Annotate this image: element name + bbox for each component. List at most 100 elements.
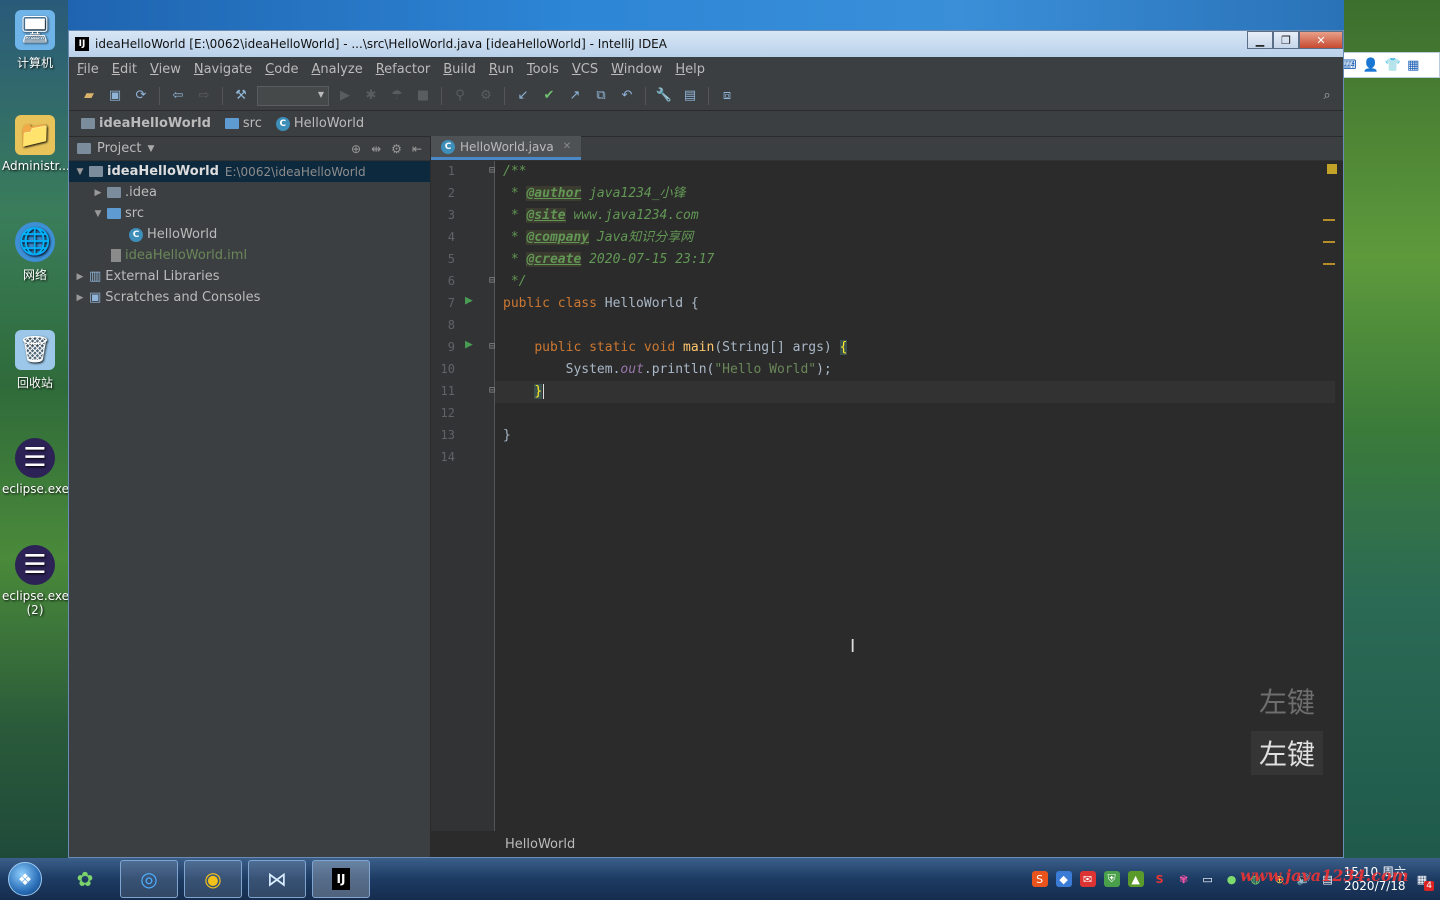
menu-help[interactable]: Help (675, 62, 705, 77)
tree-item-project-root[interactable]: ▼ ideaHelloWorld E:\0062\ideaHelloWorld (69, 161, 430, 182)
sogou-tray-icon[interactable]: S (1031, 871, 1048, 887)
editor-breadcrumb[interactable]: HelloWorld (431, 831, 1343, 857)
menu-code[interactable]: Code (265, 62, 298, 77)
menu-analyze[interactable]: Analyze (311, 62, 362, 77)
desktop-icon-eclipse-2[interactable]: ☰ eclipse.exe (2) (2, 545, 69, 617)
tree-item-helloworld[interactable]: C HelloWorld (69, 224, 430, 245)
expanded-arrow-icon[interactable]: ▼ (91, 209, 105, 219)
vcs-history-icon[interactable]: ⧉ (591, 86, 611, 106)
search-everywhere-icon[interactable]: ⌕ (1317, 86, 1337, 106)
breadcrumb-folder[interactable]: src (224, 116, 272, 131)
inspection-status-icon[interactable] (1327, 164, 1337, 174)
run-class-icon[interactable]: ▶ (465, 293, 473, 308)
menu-view[interactable]: View (150, 62, 181, 77)
taskbar-app-qq-browser[interactable]: ◎ (120, 860, 178, 898)
open-folder-icon[interactable]: ▰ (79, 86, 99, 106)
s-tray-icon[interactable]: S (1152, 871, 1168, 887)
tree-item-scratches[interactable]: ▶ ▣ Scratches and Consoles (69, 287, 430, 308)
title-bar[interactable]: IJ ideaHelloWorld [E:\0062\ideaHelloWorl… (69, 31, 1343, 57)
project-view-select[interactable]: Project (97, 141, 141, 156)
tab-helloworld-java[interactable]: C HelloWorld.java ✕ (431, 136, 582, 160)
menu-tools[interactable]: Tools (527, 62, 559, 77)
nvidia-tray-icon[interactable]: ▲ (1127, 871, 1144, 887)
revert-icon[interactable]: ↶ (617, 86, 637, 106)
vcs-push-icon[interactable]: ↗ (565, 86, 585, 106)
error-stripe-marker[interactable] (1323, 263, 1335, 265)
fold-icon[interactable]: ⊟ (489, 341, 495, 352)
menu-edit[interactable]: Edit (112, 62, 137, 77)
breadcrumb-file[interactable]: C HelloWorld (275, 116, 374, 131)
collapsed-arrow-icon[interactable]: ▶ (91, 188, 105, 198)
expanded-arrow-icon[interactable]: ▼ (73, 167, 87, 177)
desktop-icon-eclipse[interactable]: ☰ eclipse.exe (2, 438, 69, 496)
run-main-icon[interactable]: ▶ (465, 337, 473, 352)
project-structure-icon[interactable]: ▤ (680, 86, 700, 106)
sdk-manager-icon[interactable]: ⧈ (717, 86, 737, 106)
user-icon[interactable]: 👤 (1363, 58, 1379, 73)
attach-icon[interactable]: ⚲ (450, 86, 470, 106)
tree-item-src[interactable]: ▼ src (69, 203, 430, 224)
desktop-icon-recycle-bin[interactable]: 🗑 回收站 (2, 330, 68, 391)
taskbar-app-intellij[interactable]: IJ (312, 860, 370, 898)
wechat-tray-icon[interactable]: ● (1224, 871, 1240, 887)
desktop-icon-computer[interactable]: 🖥 计算机 (2, 10, 68, 71)
forward-arrow-icon[interactable]: ⇨ (194, 86, 214, 106)
profiler-icon[interactable]: ⚙ (476, 86, 496, 106)
locate-icon[interactable]: ⊕ (351, 142, 361, 156)
mail-tray-icon[interactable]: ✉ (1079, 871, 1096, 887)
tree-item-iml[interactable]: ideaHelloWorld.iml (69, 245, 430, 266)
taskbar-app-chrome[interactable]: ◉ (184, 860, 242, 898)
taskbar-app-media[interactable]: ⋈ (248, 860, 306, 898)
flower-tray-icon[interactable]: ✾ (1176, 871, 1192, 887)
tree-item-external-libraries[interactable]: ▶ ▥ External Libraries (69, 266, 430, 287)
menu-refactor[interactable]: Refactor (376, 62, 431, 77)
notification-icon[interactable]: ▦ 4 (1414, 871, 1434, 891)
breadcrumb-project[interactable]: ideaHelloWorld (81, 116, 221, 131)
tree-item-idea[interactable]: ▶ .idea (69, 182, 430, 203)
grid-icon[interactable]: ▦ (1407, 58, 1419, 73)
class-icon: C (275, 116, 290, 131)
vcs-update-icon[interactable]: ↙ (513, 86, 533, 106)
sync-icon[interactable]: ⟳ (131, 86, 151, 106)
skin-icon[interactable]: 👕 (1385, 58, 1401, 73)
collapse-icon[interactable]: ⇹ (371, 142, 381, 156)
minimize-button[interactable]: ▁ (1247, 31, 1273, 49)
close-tab-icon[interactable]: ✕ (563, 141, 571, 152)
chevron-down-icon[interactable]: ▼ (147, 144, 154, 154)
run-configuration-select[interactable] (257, 85, 329, 106)
taskbar-app-360[interactable]: ✿ (56, 860, 114, 898)
vcs-commit-icon[interactable]: ✔ (539, 86, 559, 106)
desktop-icon-administrator[interactable]: 📁 Administr... (2, 115, 70, 173)
cube-tray-icon[interactable]: ◆ (1055, 871, 1072, 887)
fold-icon[interactable]: ⊟ (489, 275, 495, 286)
collapsed-arrow-icon[interactable]: ▶ (73, 293, 87, 303)
error-stripe-marker[interactable] (1323, 241, 1335, 243)
devices-tray-icon[interactable]: ▭ (1200, 871, 1216, 887)
menu-build[interactable]: Build (443, 62, 476, 77)
code-editor[interactable]: 1 2 3 4 5 6 7 8 9 10 11 12 13 14 ▶ ▶ ⊟ ⊟… (431, 161, 1343, 831)
settings-icon[interactable]: 🔧 (654, 86, 674, 106)
maximize-button[interactable]: ❐ (1273, 31, 1299, 49)
start-button[interactable]: ❖ (0, 858, 50, 900)
save-icon[interactable]: ▣ (105, 86, 125, 106)
coverage-icon[interactable]: ☂ (387, 86, 407, 106)
menu-window[interactable]: Window (611, 62, 662, 77)
debug-icon[interactable]: ✱ (361, 86, 381, 106)
desktop-icon-network[interactable]: 🌐 网络 (2, 222, 68, 283)
menu-vcs[interactable]: VCS (572, 62, 598, 77)
fold-icon[interactable]: ⊟ (489, 165, 495, 176)
run-icon[interactable]: ▶ (335, 86, 355, 106)
menu-navigate[interactable]: Navigate (194, 62, 252, 77)
menu-file[interactable]: File (77, 62, 99, 77)
menu-run[interactable]: Run (489, 62, 514, 77)
shield-tray-icon[interactable]: ⛨ (1103, 871, 1120, 887)
hide-icon[interactable]: ⇤ (412, 142, 422, 156)
gear-icon[interactable]: ⚙ (391, 142, 402, 156)
build-icon[interactable]: ⚒ (231, 86, 251, 106)
close-button[interactable]: ✕ (1299, 31, 1343, 49)
stop-icon[interactable]: ■ (413, 86, 433, 106)
collapsed-arrow-icon[interactable]: ▶ (73, 272, 87, 282)
breadcrumb-folder-label: src (242, 116, 262, 131)
back-arrow-icon[interactable]: ⇦ (168, 86, 188, 106)
error-stripe-marker[interactable] (1323, 219, 1335, 221)
